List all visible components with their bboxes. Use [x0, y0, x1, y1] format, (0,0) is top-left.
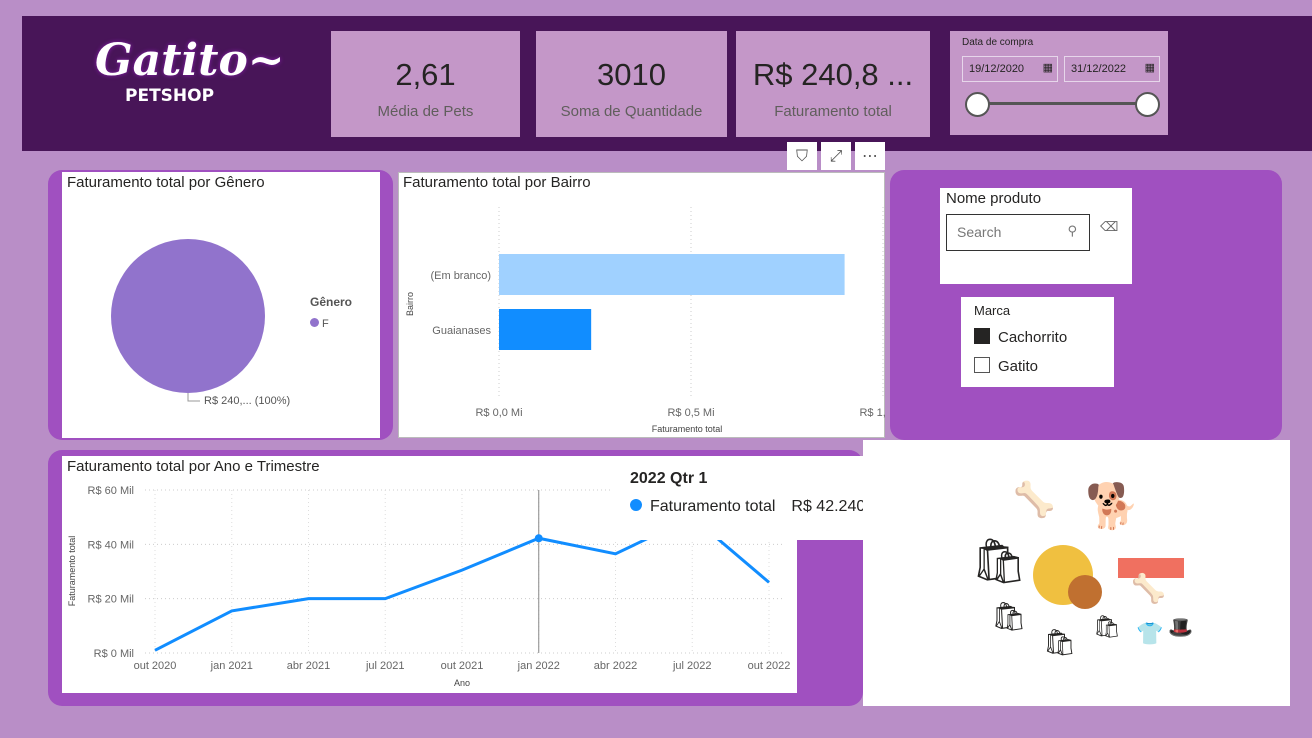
checkbox-unchecked-icon[interactable]	[974, 357, 990, 373]
y-axis-title: Bairro	[405, 292, 415, 316]
checkbox-label: Cachorrito	[998, 329, 1068, 346]
series-dot-icon	[630, 499, 642, 511]
x-tick-label: out 2021	[441, 660, 484, 672]
bar-title: Faturamento total por Bairro	[403, 174, 591, 191]
bar-chart: Faturamento total por Bairro R$ 0,0 Mi R$…	[398, 172, 886, 438]
bar-0[interactable]	[499, 254, 845, 295]
pet-products-image: 🦴 🐕 🛍 🦴 🛍 🛍 🛍 👕 🎩	[863, 440, 1290, 706]
y-tick-label: R$ 40 Mil	[88, 539, 134, 551]
filter-icon[interactable]: ⛉	[787, 142, 817, 170]
pie-title: Faturamento total por Gênero	[67, 174, 265, 191]
search-placeholder: Search	[957, 224, 1002, 240]
hover-point[interactable]	[534, 534, 543, 543]
kpi-value: 2,61	[395, 57, 456, 92]
start-date: 19/12/2020	[969, 63, 1025, 75]
x-tick-label: jan 2021	[210, 660, 253, 672]
x-tick-label: abr 2021	[287, 660, 330, 672]
x-tick-label: R$ 0,0 Mi	[475, 407, 522, 419]
bar-1[interactable]	[499, 309, 592, 350]
x-axis-title: Ano	[454, 678, 470, 688]
dog-icon: 🐕	[1085, 481, 1140, 532]
kpi-media-pets: 2,61 Média de Pets	[331, 31, 520, 137]
pie-label-leader	[187, 393, 200, 402]
focus-mode-icon[interactable]: ⤢	[821, 142, 851, 170]
y-tick-label: Guaianases	[432, 325, 491, 337]
nome-produto-slicer: Nome produto Search ⚲ ⌫	[940, 188, 1132, 284]
x-tick-label: jan 2022	[517, 660, 560, 672]
pie-data-label: R$ 240,... (100%)	[204, 395, 291, 407]
pet-toy-icon: 🎩	[1168, 615, 1193, 639]
legend-title: Gênero	[310, 295, 353, 309]
bone-icon: 🦴	[1131, 572, 1166, 605]
y-tick-label: R$ 0 Mil	[94, 648, 134, 660]
pie-slice-f[interactable]	[111, 239, 265, 393]
y-tick-label: (Em branco)	[430, 270, 491, 282]
ball-icon	[1068, 575, 1102, 609]
checkbox-checked-icon[interactable]	[974, 328, 990, 344]
search-input[interactable]: Search ⚲	[946, 214, 1090, 251]
search-icon: ⚲	[1067, 224, 1077, 239]
end-date-input[interactable]: 31/12/2022 ▦	[1064, 56, 1160, 82]
tooltip-title: 2022 Qtr 1	[630, 470, 708, 487]
food-bag-icon: 🛍	[971, 536, 1027, 587]
pie-chart: Faturamento total por Gênero Gênero F R$…	[62, 172, 380, 438]
food-bag-icon: 🛍	[991, 600, 1027, 633]
slicer-title: Marca	[974, 303, 1011, 318]
x-tick-label: abr 2022	[594, 660, 637, 672]
start-date-input[interactable]: 19/12/2020 ▦	[962, 56, 1058, 82]
bone-icon: 🦴	[1013, 480, 1056, 520]
kpi-label: Soma de Quantidade	[560, 103, 703, 120]
slicer-title: Nome produto	[946, 190, 1042, 207]
x-tick-label: out 2022	[748, 660, 791, 672]
kpi-value: R$ 240,8 ...	[752, 57, 914, 92]
end-date: 31/12/2022	[1071, 63, 1127, 75]
y-tick-label: R$ 20 Mil	[88, 594, 134, 606]
checkbox-gatito[interactable]: Gatito	[974, 357, 1038, 375]
tooltip-series: Faturamento total	[650, 498, 776, 515]
legend-label: F	[322, 318, 329, 330]
kpi-soma-quantidade: 3010 Soma de Quantidade	[536, 31, 727, 137]
food-bag-icon: 🛍	[1093, 615, 1121, 640]
date-slicer: Data de compra 19/12/2020 ▦ 31/12/2022 ▦	[950, 31, 1168, 135]
y-axis-title: Faturamento total	[67, 536, 77, 607]
range-end-handle[interactable]	[1135, 92, 1160, 117]
gatito-logo: Gatito~ PETSHOP	[95, 35, 285, 107]
date-range-track	[977, 102, 1147, 105]
range-start-handle[interactable]	[965, 92, 990, 117]
x-tick-label: jul 2021	[365, 660, 405, 672]
date-slicer-title: Data de compra	[962, 37, 1034, 48]
x-tick-label: jul 2022	[672, 660, 712, 672]
kpi-label: Média de Pets	[377, 103, 474, 120]
x-axis-title: Faturamento total	[652, 424, 723, 434]
x-tick-label: R$ 1,0 Mi	[859, 407, 886, 419]
calendar-icon[interactable]: ▦	[1145, 61, 1155, 74]
more-options-icon[interactable]: ⋯	[855, 142, 885, 170]
shirt-icon: 👕	[1136, 622, 1164, 647]
tooltip-value: R$ 42.240	[791, 498, 866, 515]
tooltip: 2022 Qtr 1 Faturamento total R$ 42.240	[610, 456, 866, 540]
eraser-icon[interactable]: ⌫	[1100, 220, 1118, 235]
x-tick-label: R$ 0,5 Mi	[667, 407, 714, 419]
bar-plot: R$ 0,0 Mi R$ 0,5 Mi R$ 1,0 Mi (Em branco) Gu…	[405, 207, 886, 434]
legend-item-f[interactable]: F	[310, 318, 329, 330]
marca-slicer: Marca Cachorrito Gatito	[961, 297, 1114, 387]
kpi-value: 3010	[597, 57, 666, 92]
checkbox-cachorrito[interactable]: Cachorrito	[974, 328, 1067, 346]
checkbox-label: Gatito	[998, 358, 1039, 375]
x-tick-label: out 2020	[134, 660, 177, 672]
kpi-label: Faturamento total	[774, 103, 892, 120]
food-bag-icon: 🛍	[1043, 628, 1077, 658]
y-tick-label: R$ 60 Mil	[88, 485, 134, 497]
kpi-faturamento: R$ 240,8 ... Faturamento total	[736, 31, 930, 137]
calendar-icon[interactable]: ▦	[1043, 61, 1053, 74]
